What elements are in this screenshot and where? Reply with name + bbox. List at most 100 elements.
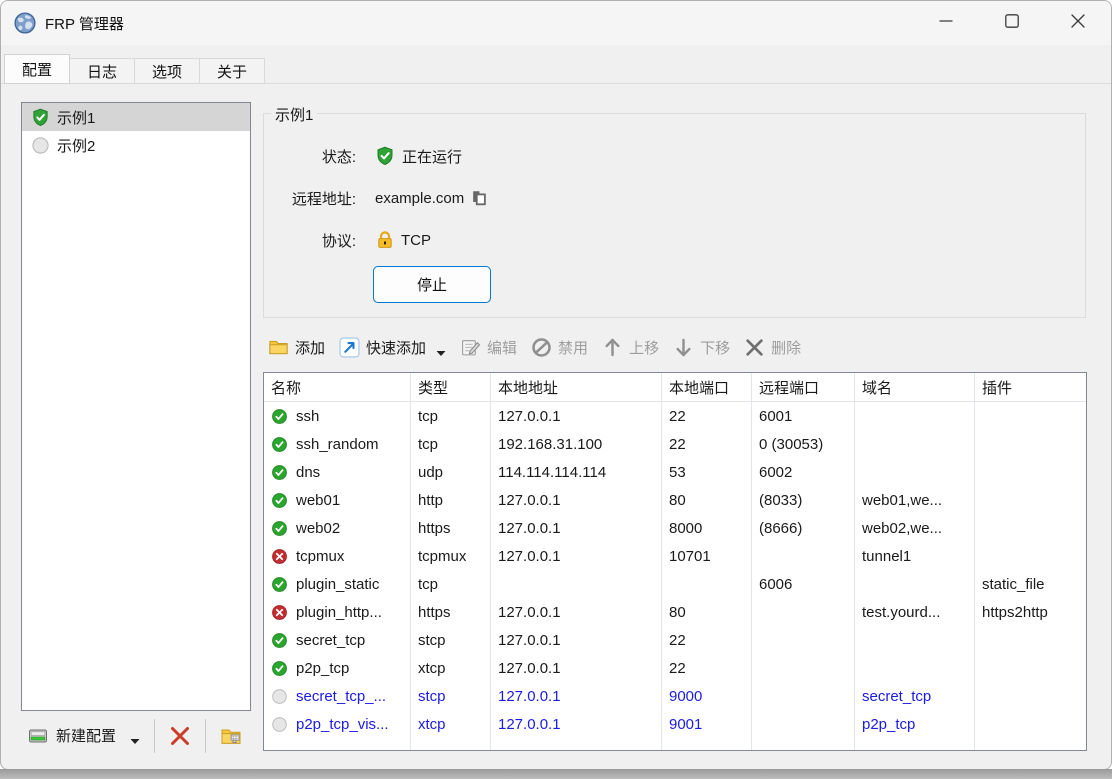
table-row[interactable]: p2p_tcp_vis...xtcp127.0.0.19001p2p_tcp <box>264 710 1086 738</box>
proxy-name: web01 <box>296 492 340 509</box>
close-button[interactable] <box>1045 1 1111 45</box>
minimize-button[interactable] <box>913 1 979 45</box>
table-row[interactable]: plugin_statictcp6006static_file <box>264 570 1086 598</box>
new-config-button[interactable]: 新建配置 <box>21 721 146 751</box>
column-header-local_addr[interactable]: 本地地址 <box>491 373 662 401</box>
cell-remote_port <box>752 598 855 626</box>
title-bar: FRP 管理器 <box>1 1 1111 45</box>
tab-options[interactable]: 选项 <box>135 58 200 84</box>
cell-type: tcp <box>411 570 491 598</box>
cell-plugin <box>975 626 1086 654</box>
status-ok-icon <box>271 408 288 425</box>
status-off-icon <box>271 688 288 705</box>
zip-folder-icon <box>220 725 242 747</box>
sidebar-item-example-1[interactable]: 示例1 <box>22 103 250 131</box>
quick-add-icon <box>339 337 360 358</box>
disable-label: 禁用 <box>558 337 588 358</box>
cell-local_port: 22 <box>662 430 752 458</box>
cell-plugin <box>975 402 1086 430</box>
move-down-button[interactable]: 下移 <box>666 332 737 362</box>
table-row[interactable]: tcpmuxtcpmux127.0.0.110701tunnel1 <box>264 542 1086 570</box>
cell-plugin <box>975 542 1086 570</box>
table-row[interactable]: dnsudp114.114.114.114536002 <box>264 458 1086 486</box>
table-row[interactable]: web01http127.0.0.180(8033)web01,we... <box>264 486 1086 514</box>
cell-type: stcp <box>411 682 491 710</box>
add-button[interactable]: 添加 <box>261 332 332 362</box>
cell-domain <box>855 654 975 682</box>
minimize-icon <box>936 11 956 35</box>
cell-remote_port <box>752 626 855 654</box>
stop-button[interactable]: 停止 <box>373 266 491 303</box>
copy-icon[interactable] <box>470 189 488 207</box>
proxy-table: 名称类型本地地址本地端口远程端口域名插件 sshtcp127.0.0.12260… <box>263 372 1087 751</box>
cell-name: tcpmux <box>264 542 411 570</box>
cell-type: udp <box>411 458 491 486</box>
maximize-icon <box>1002 11 1022 35</box>
edit-icon <box>460 337 481 358</box>
archive-config-button[interactable] <box>214 721 248 751</box>
column-header-type[interactable]: 类型 <box>411 373 491 401</box>
cell-remote_port: 0 (30053) <box>752 430 855 458</box>
tab-about[interactable]: 关于 <box>200 58 265 84</box>
proxy-name: ssh_random <box>296 436 379 453</box>
tab-config[interactable]: 配置 <box>4 54 70 84</box>
red-x-icon <box>169 725 191 747</box>
proxy-name: ssh <box>296 408 319 425</box>
sidebar-item-example-2[interactable]: 示例2 <box>22 131 250 159</box>
table-row[interactable]: plugin_http...https127.0.0.180test.yourd… <box>264 598 1086 626</box>
status-ok-icon <box>271 436 288 453</box>
edit-button[interactable]: 编辑 <box>453 332 524 362</box>
cell-local_addr: 127.0.0.1 <box>491 402 662 430</box>
move-up-button[interactable]: 上移 <box>595 332 666 362</box>
column-header-remote_port[interactable]: 远程端口 <box>752 373 855 401</box>
lock-icon <box>375 230 395 250</box>
delete-button[interactable]: 删除 <box>737 332 808 362</box>
proxy-name: p2p_tcp_vis... <box>296 716 389 733</box>
status-ok-icon <box>271 520 288 537</box>
cell-domain: tunnel1 <box>855 542 975 570</box>
cell-domain: test.yourd... <box>855 598 975 626</box>
table-row[interactable]: sshtcp127.0.0.1226001 <box>264 402 1086 430</box>
table-row[interactable]: secret_tcp_...stcp127.0.0.19000secret_tc… <box>264 682 1086 710</box>
separator <box>205 719 206 753</box>
status-label: 状态: <box>264 146 356 167</box>
chevron-down-icon[interactable] <box>130 732 140 739</box>
separator <box>154 719 155 753</box>
config-list: 示例1示例2 <box>21 102 251 711</box>
cell-local_port: 22 <box>662 402 752 430</box>
tab-log[interactable]: 日志 <box>70 58 135 84</box>
proxy-name: plugin_static <box>296 576 379 593</box>
cell-type: xtcp <box>411 654 491 682</box>
arrow-down-icon <box>673 337 694 358</box>
new-config-icon <box>27 725 49 747</box>
column-header-local_port[interactable]: 本地端口 <box>662 373 752 401</box>
cell-name: secret_tcp <box>264 626 411 654</box>
table-row[interactable]: web02https127.0.0.18000(8666)web02,we... <box>264 514 1086 542</box>
table-row[interactable]: secret_tcpstcp127.0.0.122 <box>264 626 1086 654</box>
maximize-button[interactable] <box>979 1 1045 45</box>
empty-cell <box>411 738 491 750</box>
table-header-row: 名称类型本地地址本地端口远程端口域名插件 <box>264 373 1086 402</box>
cell-plugin <box>975 514 1086 542</box>
cell-type: tcp <box>411 402 491 430</box>
move-up-label: 上移 <box>629 337 659 358</box>
delete-config-button[interactable] <box>163 721 197 751</box>
disable-button[interactable]: 禁用 <box>524 332 595 362</box>
cell-local_addr: 127.0.0.1 <box>491 710 662 738</box>
table-row[interactable]: p2p_tcpxtcp127.0.0.122 <box>264 654 1086 682</box>
empty-cell <box>855 738 975 750</box>
table-empty-area <box>264 738 1086 750</box>
cell-domain <box>855 458 975 486</box>
quick-add-button[interactable]: 快速添加 <box>332 332 453 362</box>
close-icon <box>1068 11 1088 35</box>
cell-local_addr: 114.114.114.114 <box>491 458 662 486</box>
chevron-down-icon[interactable] <box>436 344 446 351</box>
column-header-name[interactable]: 名称 <box>264 373 411 401</box>
table-row[interactable]: ssh_randomtcp192.168.31.100220 (30053) <box>264 430 1086 458</box>
app-window: FRP 管理器 配置日志选项关于 示例1示例2 新建配置 示例1 状态: 正在运… <box>0 0 1112 770</box>
cell-local_port: 9001 <box>662 710 752 738</box>
move-down-label: 下移 <box>700 337 730 358</box>
table-body: sshtcp127.0.0.1226001ssh_randomtcp192.16… <box>264 402 1086 750</box>
column-header-domain[interactable]: 域名 <box>855 373 975 401</box>
column-header-plugin[interactable]: 插件 <box>975 373 1086 401</box>
